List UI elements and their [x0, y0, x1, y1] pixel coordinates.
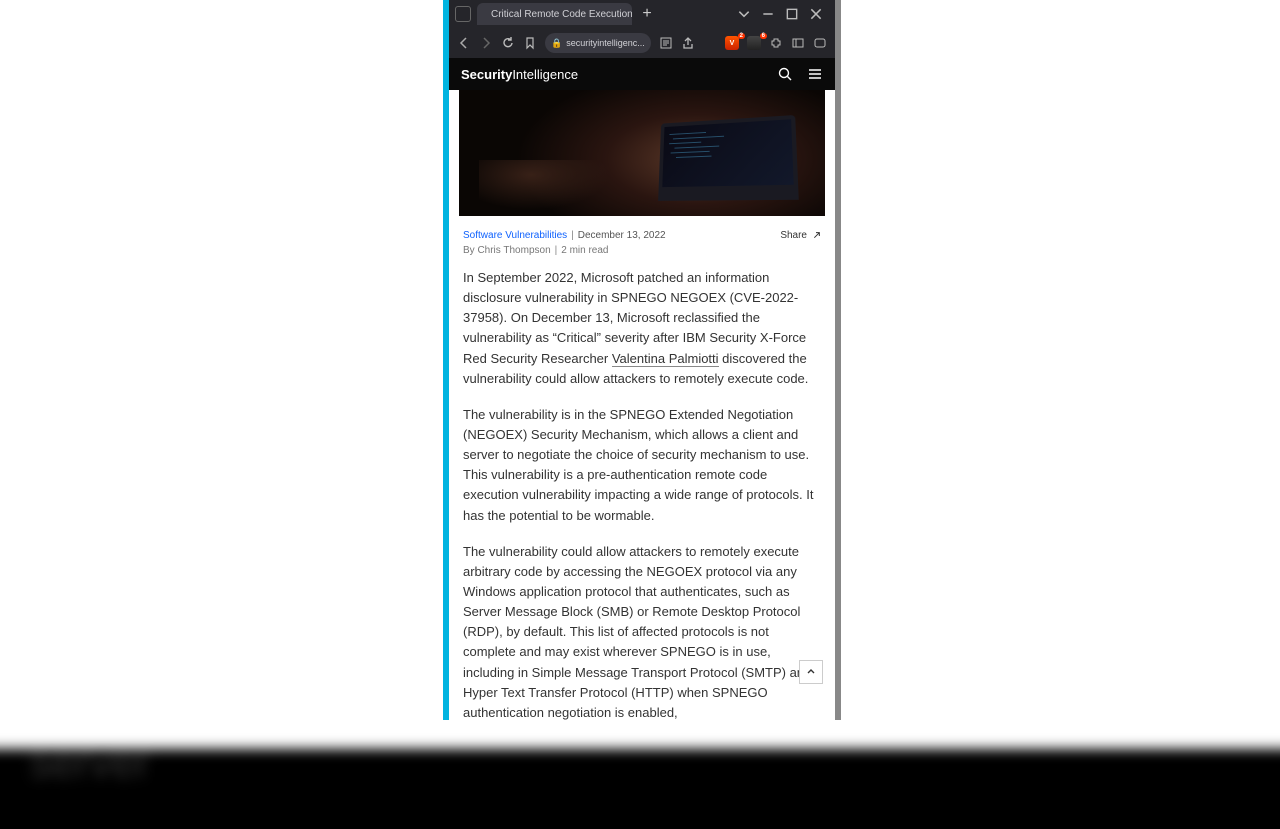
reload-icon[interactable] [501, 36, 515, 50]
new-tab-button[interactable]: + [638, 5, 656, 23]
mobile-browser-window: Critical Remote Code Execution V + 🔒 sec… [443, 0, 841, 720]
scroll-top-button[interactable] [799, 660, 823, 684]
tab-title: Critical Remote Code Execution V [491, 9, 632, 20]
sidebar-icon[interactable] [791, 36, 805, 50]
close-window-icon[interactable] [809, 7, 823, 21]
reader-icon[interactable] [659, 36, 673, 50]
site-header: SecurityIntelligence [449, 58, 835, 90]
researcher-link[interactable]: Valentina Palmiotti [612, 351, 719, 367]
hero-image [459, 90, 825, 216]
publish-date: December 13, 2022 [578, 230, 666, 241]
article-p3: The vulnerability could allow attackers … [463, 542, 821, 723]
brave-shields-icon[interactable]: V2 [725, 36, 739, 50]
window-dropdown-icon[interactable] [737, 7, 751, 21]
lock-icon: 🔒 [551, 38, 562, 49]
browser-tab[interactable]: Critical Remote Code Execution V [477, 3, 632, 25]
bookmark-icon[interactable] [523, 36, 537, 50]
search-icon[interactable] [777, 66, 793, 82]
article-meta: Software Vulnerabilities | December 13, … [449, 216, 835, 245]
url-text: securityintelligenc... [566, 38, 645, 48]
browser-toolbar: 🔒 securityintelligenc... V2 6 [449, 28, 835, 58]
maximize-icon[interactable] [785, 7, 799, 21]
site-logo[interactable]: SecurityIntelligence [461, 67, 578, 82]
app-icon [455, 6, 471, 22]
category-link[interactable]: Software Vulnerabilities [463, 230, 567, 241]
url-bar[interactable]: 🔒 securityintelligenc... [545, 33, 651, 53]
byline: By Chris Thompson|2 min read [449, 245, 835, 268]
back-icon[interactable] [457, 36, 471, 50]
forward-icon[interactable] [479, 36, 493, 50]
share-button[interactable]: Share [780, 230, 821, 241]
menu-icon[interactable] [807, 66, 823, 82]
profile-icon[interactable] [813, 36, 827, 50]
extensions-icon[interactable] [769, 36, 783, 50]
article-p1: In September 2022, Microsoft patched an … [463, 268, 821, 389]
article-body: In September 2022, Microsoft patched an … [449, 268, 835, 749]
share-icon[interactable] [681, 36, 695, 50]
browser-chrome: Critical Remote Code Execution V + 🔒 sec… [449, 0, 835, 58]
brave-wallet-icon[interactable]: 6 [747, 36, 761, 50]
minimize-icon[interactable] [761, 7, 775, 21]
article-p2: The vulnerability is in the SPNEGO Exten… [463, 405, 821, 526]
tab-row: Critical Remote Code Execution V + [449, 0, 835, 28]
window-controls [737, 7, 829, 21]
